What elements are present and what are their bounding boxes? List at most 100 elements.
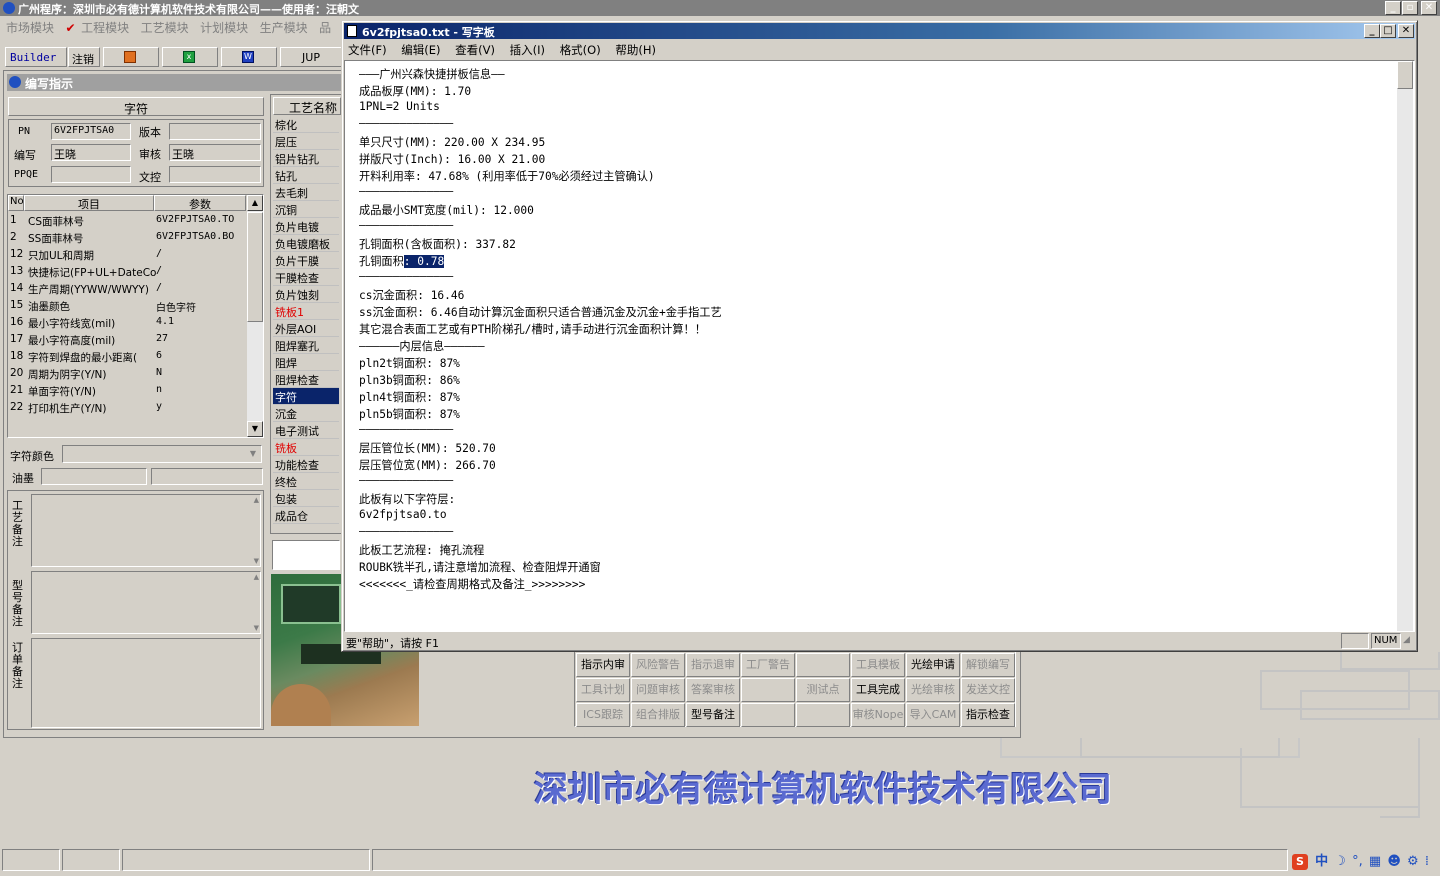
ime-user-icon[interactable]: ☻	[1387, 854, 1401, 869]
pn-field[interactable]: 6V2FPJTSA0	[51, 123, 131, 140]
grid-header-param[interactable]: 参数	[154, 195, 246, 211]
wordpad-menu-file[interactable]: 文件(F)	[348, 43, 387, 57]
action-button[interactable]: 指示退审	[686, 653, 740, 677]
action-button[interactable]	[796, 653, 850, 677]
row-value[interactable]: 6V2FPJTSA0.BO	[156, 231, 246, 242]
row-value[interactable]: 4.1	[156, 316, 246, 327]
action-button[interactable]: ICS跟踪	[576, 703, 630, 727]
scroll-up-icon[interactable]: ▲	[247, 195, 263, 211]
table-row[interactable]: 15 油墨颜色 白色字符	[8, 297, 246, 314]
process-item[interactable]: 负片电镀	[273, 218, 339, 235]
model-scroll-down-icon[interactable]: ▼	[254, 624, 259, 632]
process-item[interactable]: 成品仓	[273, 507, 339, 524]
scroll-thumb[interactable]	[247, 212, 263, 322]
table-row[interactable]: 21 单面字符(Y/N) n	[8, 382, 246, 399]
process-note-field[interactable]: ▲ ▼	[31, 494, 261, 567]
process-item[interactable]: 沉金	[273, 405, 339, 422]
action-button[interactable]: 工具完成	[851, 678, 905, 702]
action-button[interactable]: 发送文控	[961, 678, 1015, 702]
minimize-button[interactable]: _	[1385, 1, 1401, 15]
menu-craft[interactable]: 工艺模块	[141, 21, 189, 35]
process-item[interactable]: 棕化	[273, 116, 339, 133]
wordpad-maximize-button[interactable]: □	[1380, 24, 1396, 38]
process-item[interactable]: 铣板1	[273, 303, 339, 320]
excel-button[interactable]: x	[162, 47, 218, 67]
ime-settings-icon[interactable]: ⚙	[1407, 854, 1419, 869]
process-item[interactable]: 负片干膜	[273, 252, 339, 269]
process-item[interactable]: 干膜检查	[273, 269, 339, 286]
action-button[interactable]	[796, 703, 850, 727]
action-button[interactable]: 工具计划	[576, 678, 630, 702]
action-button[interactable]: 风险警告	[631, 653, 685, 677]
row-value[interactable]: 27	[156, 333, 246, 344]
table-row[interactable]: 18 字符到焊盘的最小距离(6	[8, 348, 246, 365]
ime-moon-icon[interactable]: ☽	[1334, 854, 1346, 869]
ink-field-1[interactable]	[41, 468, 147, 485]
wordpad-menu-view[interactable]: 查看(V)	[455, 43, 495, 57]
process-item[interactable]: 终检	[273, 473, 339, 490]
table-row[interactable]: 2 SS面菲林号 6V2FPJTSA0.BO	[8, 229, 246, 246]
process-item[interactable]: 字符	[273, 388, 339, 405]
ime-punct-icon[interactable]: °,	[1352, 854, 1363, 869]
action-button[interactable]: 工具模板	[851, 653, 905, 677]
table-row[interactable]: 17 最小字符高度(mil) 27	[8, 331, 246, 348]
restore-button[interactable]: ▫	[1402, 1, 1418, 15]
action-button[interactable]: 工厂警告	[741, 653, 795, 677]
table-row[interactable]: 20 周期为阴字(Y/N) N	[8, 365, 246, 382]
char-color-select[interactable]: ▼	[62, 445, 262, 463]
action-button[interactable]: 审核Nope	[851, 703, 905, 727]
review-field[interactable]: 王晓	[169, 144, 261, 161]
menu-production[interactable]: 生产模块	[260, 21, 308, 35]
ink-field-2[interactable]	[151, 468, 263, 485]
action-button[interactable]: 测试点	[796, 678, 850, 702]
ime-chinese-icon[interactable]: 中	[1315, 854, 1328, 869]
table-row[interactable]: 22 打印机生产(Y/N) y	[8, 399, 246, 416]
action-button[interactable]: 组合排版	[631, 703, 685, 727]
dropdown-arrow-icon[interactable]: ▼	[246, 447, 260, 461]
action-button[interactable]: 答案审核	[686, 678, 740, 702]
process-list-header[interactable]: 工艺名称	[273, 97, 341, 115]
resize-grip-icon[interactable]: ◢	[1403, 635, 1410, 645]
process-item[interactable]: 去毛刺	[273, 184, 339, 201]
action-button[interactable]: 指示内审	[576, 653, 630, 677]
logout-button[interactable]: 注销	[68, 47, 100, 67]
ime-toolbar[interactable]: S 中 ☽ °, ▦ ☻ ⚙ ⁞	[1292, 850, 1438, 872]
table-row[interactable]: 13 快捷标记(FP+UL+DateCo /	[8, 263, 246, 280]
table-row[interactable]: 1 CS面菲林号 6V2FPJTSA0.TO	[8, 212, 246, 229]
action-button[interactable]: 型号备注	[686, 703, 740, 727]
process-item[interactable]: 电子测试	[273, 422, 339, 439]
row-value[interactable]: 6	[156, 350, 246, 361]
author-field[interactable]: 王晓	[51, 144, 131, 161]
row-value[interactable]: 6V2FPJTSA0.TO	[156, 214, 246, 225]
scroll-down-icon[interactable]: ▼	[247, 421, 263, 437]
wordpad-scroll-thumb[interactable]	[1397, 61, 1413, 89]
table-row[interactable]: 16 最小字符线宽(mil) 4.1	[8, 314, 246, 331]
action-button[interactable]: 光绘审核	[906, 678, 960, 702]
table-row[interactable]: 14 生产周期(YYWW/WWYY) /	[8, 280, 246, 297]
row-value[interactable]: y	[156, 401, 246, 412]
row-value[interactable]: n	[156, 384, 246, 395]
wordpad-menu-format[interactable]: 格式(O)	[560, 43, 601, 57]
process-search-box[interactable]	[272, 540, 340, 570]
row-value[interactable]: /	[156, 248, 246, 259]
process-item[interactable]: 层压	[273, 133, 339, 150]
wordpad-document[interactable]: ———广州兴森快捷拼板信息—— 成品板厚(MM): 1.70 1PNL=2 Unit…	[344, 60, 1415, 632]
process-item[interactable]: 铣板	[273, 439, 339, 456]
wordpad-scrollbar[interactable]	[1397, 61, 1413, 631]
table-row[interactable]: 12 只加UL和周期 /	[8, 246, 246, 263]
wordpad-menu-edit[interactable]: 编辑(E)	[401, 43, 440, 57]
process-item[interactable]: 功能检查	[273, 456, 339, 473]
menu-market[interactable]: 市场模块	[6, 21, 54, 35]
wordpad-minimize-button[interactable]: _	[1364, 24, 1380, 38]
order-note-field[interactable]	[31, 638, 261, 728]
process-item[interactable]: 负片蚀刻	[273, 286, 339, 303]
action-button[interactable]: 解锁编写	[961, 653, 1015, 677]
doc-control-field[interactable]	[169, 166, 261, 183]
menu-quality[interactable]: 品	[319, 21, 331, 35]
process-item[interactable]: 阻焊塞孔	[273, 337, 339, 354]
ppqe-field[interactable]	[51, 166, 131, 183]
model-scroll-up-icon[interactable]: ▲	[254, 573, 259, 581]
menu-plan[interactable]: 计划模块	[200, 21, 248, 35]
document-text[interactable]: ———广州兴森快捷拼板信息—— 成品板厚(MM): 1.70 1PNL=2 Unit…	[359, 66, 1389, 593]
process-item[interactable]: 钻孔	[273, 167, 339, 184]
